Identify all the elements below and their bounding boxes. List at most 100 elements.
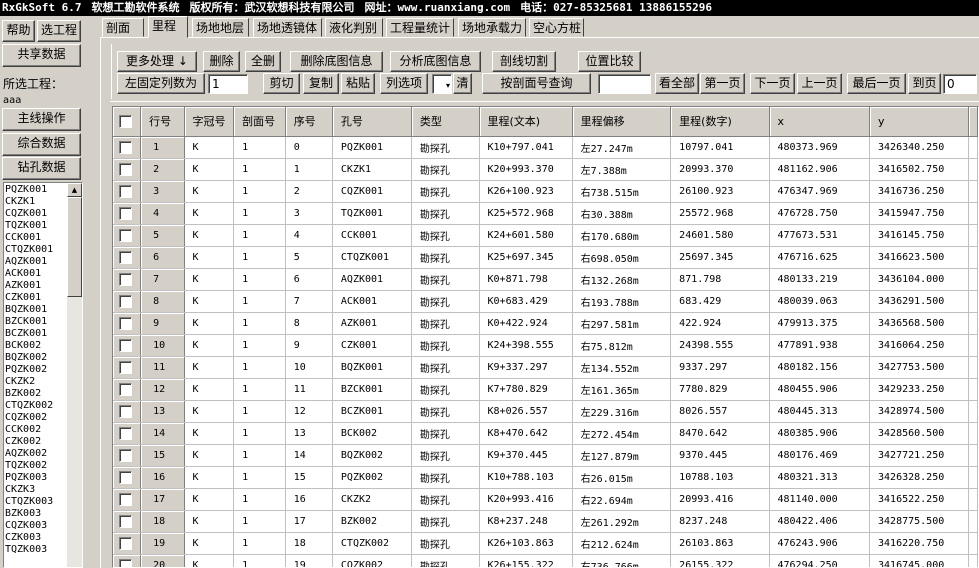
show-all-button[interactable]: 看全部 <box>655 73 699 94</box>
row-checkbox-cell[interactable] <box>113 444 142 467</box>
table-cell[interactable]: 右212.624m <box>572 532 672 555</box>
hole-list-item[interactable]: PQZK001 <box>5 184 69 196</box>
hole-list-item[interactable]: CQZK001 <box>5 208 69 220</box>
table-cell[interactable]: K20+993.370 <box>479 158 573 181</box>
table-cell[interactable]: K20+993.416 <box>479 488 573 511</box>
row-checkbox-cell[interactable] <box>113 158 142 181</box>
table-cell[interactable]: CZK001 <box>332 334 412 357</box>
table-cell[interactable]: 左134.552m <box>572 356 672 379</box>
table-cell[interactable]: K0+422.924 <box>479 312 573 335</box>
table-cell[interactable]: K7+780.829 <box>479 378 573 401</box>
table-cell[interactable]: 3416745.000 <box>869 554 969 567</box>
table-cell[interactable]: 勘探孔 <box>411 312 480 335</box>
table-cell[interactable]: 12 <box>285 400 333 423</box>
table-cell[interactable]: 右193.788m <box>572 290 672 313</box>
prev-page-button[interactable]: 上一页 <box>797 73 842 94</box>
table-cell[interactable]: 勘探孔 <box>411 444 480 467</box>
table-cell[interactable]: 26100.923 <box>670 180 770 203</box>
hole-list-item[interactable]: BZCK001 <box>5 316 69 328</box>
table-cell[interactable]: AZK001 <box>332 312 412 335</box>
table-cell[interactable]: 3426328.250 <box>869 466 969 489</box>
hole-list-item[interactable]: CQZK002 <box>5 412 69 424</box>
table-cell[interactable]: 1 <box>233 532 286 555</box>
table-cell[interactable]: 2 <box>285 180 333 203</box>
row-checkbox[interactable] <box>119 558 132 567</box>
row-checkbox[interactable] <box>119 404 132 418</box>
table-cell[interactable]: 3416522.250 <box>869 488 969 511</box>
row-checkbox-cell[interactable] <box>113 268 142 291</box>
table-cell[interactable]: K25+572.968 <box>479 202 573 225</box>
tab-6[interactable]: 场地承载力 <box>458 18 526 37</box>
table-row[interactable]: 5 K 1 4 CCK001 勘探孔 K24+601.580 右170.680m 24601.5… <box>113 224 978 247</box>
table-cell[interactable]: 20993.416 <box>670 488 770 511</box>
table-cell[interactable]: K <box>184 554 235 567</box>
row-checkbox[interactable] <box>119 360 132 374</box>
column-header[interactable]: 孔号 <box>332 107 412 137</box>
row-checkbox[interactable] <box>119 228 132 242</box>
row-checkbox-cell[interactable] <box>113 488 142 511</box>
table-cell[interactable]: 1 <box>233 334 286 357</box>
tab-2[interactable]: 场地地层 <box>192 18 249 37</box>
row-checkbox[interactable] <box>119 492 132 506</box>
row-checkbox-cell[interactable] <box>113 202 142 225</box>
row-checkbox[interactable] <box>119 206 132 220</box>
hole-list-item[interactable]: TQZK003 <box>5 544 69 556</box>
table-row[interactable]: 6 K 1 5 CTQZK001 勘探孔 K25+697.345 右698.050m 25697… <box>113 246 978 269</box>
help-button[interactable]: 帮助 <box>2 20 35 42</box>
row-checkbox[interactable] <box>119 536 132 550</box>
table-cell[interactable]: K <box>184 202 235 225</box>
copy-button[interactable]: 复制 <box>303 73 339 94</box>
row-checkbox[interactable] <box>119 184 132 198</box>
table-cell[interactable]: 3429233.250 <box>869 378 969 401</box>
table-cell[interactable]: 1 <box>285 158 333 181</box>
column-header[interactable]: 里程(文本) <box>479 107 573 137</box>
table-cell[interactable]: 1 <box>233 488 286 511</box>
table-cell[interactable]: 480373.969 <box>769 136 871 159</box>
clear-button[interactable]: 清 <box>453 73 472 94</box>
row-checkbox-cell[interactable] <box>113 466 142 489</box>
row-checkbox[interactable] <box>119 316 132 330</box>
table-row[interactable]: 16 K 1 15 PQZK002 勘探孔 K10+788.103 右26.015m 10788… <box>113 466 978 489</box>
table-cell[interactable]: K <box>184 356 235 379</box>
hole-list-item[interactable]: CTQZK003 <box>5 496 69 508</box>
table-cell[interactable]: K8+237.248 <box>479 510 573 533</box>
table-cell[interactable]: 1 <box>233 466 286 489</box>
row-checkbox[interactable] <box>119 294 132 308</box>
hole-list-item[interactable]: CKZK3 <box>5 484 69 496</box>
table-cell[interactable]: K <box>184 444 235 467</box>
table-cell[interactable]: 1 <box>233 510 286 533</box>
table-cell[interactable]: 1 <box>233 224 286 247</box>
main-ops-button[interactable]: 主线操作 <box>2 108 81 131</box>
table-cell[interactable]: K <box>184 290 235 313</box>
paste-button[interactable]: 粘贴 <box>341 73 375 94</box>
table-cell[interactable]: 1 <box>233 554 286 567</box>
table-cell[interactable]: 20 <box>140 554 185 567</box>
table-cell[interactable]: 3416145.750 <box>869 224 969 247</box>
table-row[interactable]: 15 K 1 14 BQZK002 勘探孔 K9+370.445 左127.879m 9370.… <box>113 444 978 467</box>
table-cell[interactable]: 3428974.500 <box>869 400 969 423</box>
table-cell[interactable]: K9+370.445 <box>479 444 573 467</box>
table-cell[interactable]: 9370.445 <box>670 444 770 467</box>
table-cell[interactable]: TQZK001 <box>332 202 412 225</box>
table-cell[interactable]: K <box>184 268 235 291</box>
table-cell[interactable]: ACK001 <box>332 290 412 313</box>
table-cell[interactable]: 1 <box>233 422 286 445</box>
table-cell[interactable]: 勘探孔 <box>411 488 480 511</box>
hole-list-item[interactable]: AQZK002 <box>5 448 69 460</box>
table-cell[interactable]: 476347.969 <box>769 180 871 203</box>
hole-list-item[interactable]: CCK002 <box>5 424 69 436</box>
table-cell[interactable]: K26+100.923 <box>479 180 573 203</box>
column-header[interactable]: 行号 <box>140 107 185 137</box>
table-cell[interactable]: 1 <box>233 400 286 423</box>
table-cell[interactable]: 右736.766m <box>572 554 672 567</box>
table-cell[interactable]: K0+871.798 <box>479 268 573 291</box>
select-all-checkbox-cell[interactable] <box>113 107 142 137</box>
cut-button[interactable]: 剪切 <box>263 73 300 94</box>
table-cell[interactable]: 480455.906 <box>769 378 871 401</box>
table-cell[interactable]: 8 <box>140 290 185 313</box>
row-checkbox-cell[interactable] <box>113 312 142 335</box>
table-cell[interactable]: 3426340.250 <box>869 136 969 159</box>
table-cell[interactable]: 683.429 <box>670 290 770 313</box>
delete-base-info-button[interactable]: 删除底图信息 <box>290 51 383 72</box>
table-cell[interactable]: 481162.906 <box>769 158 871 181</box>
